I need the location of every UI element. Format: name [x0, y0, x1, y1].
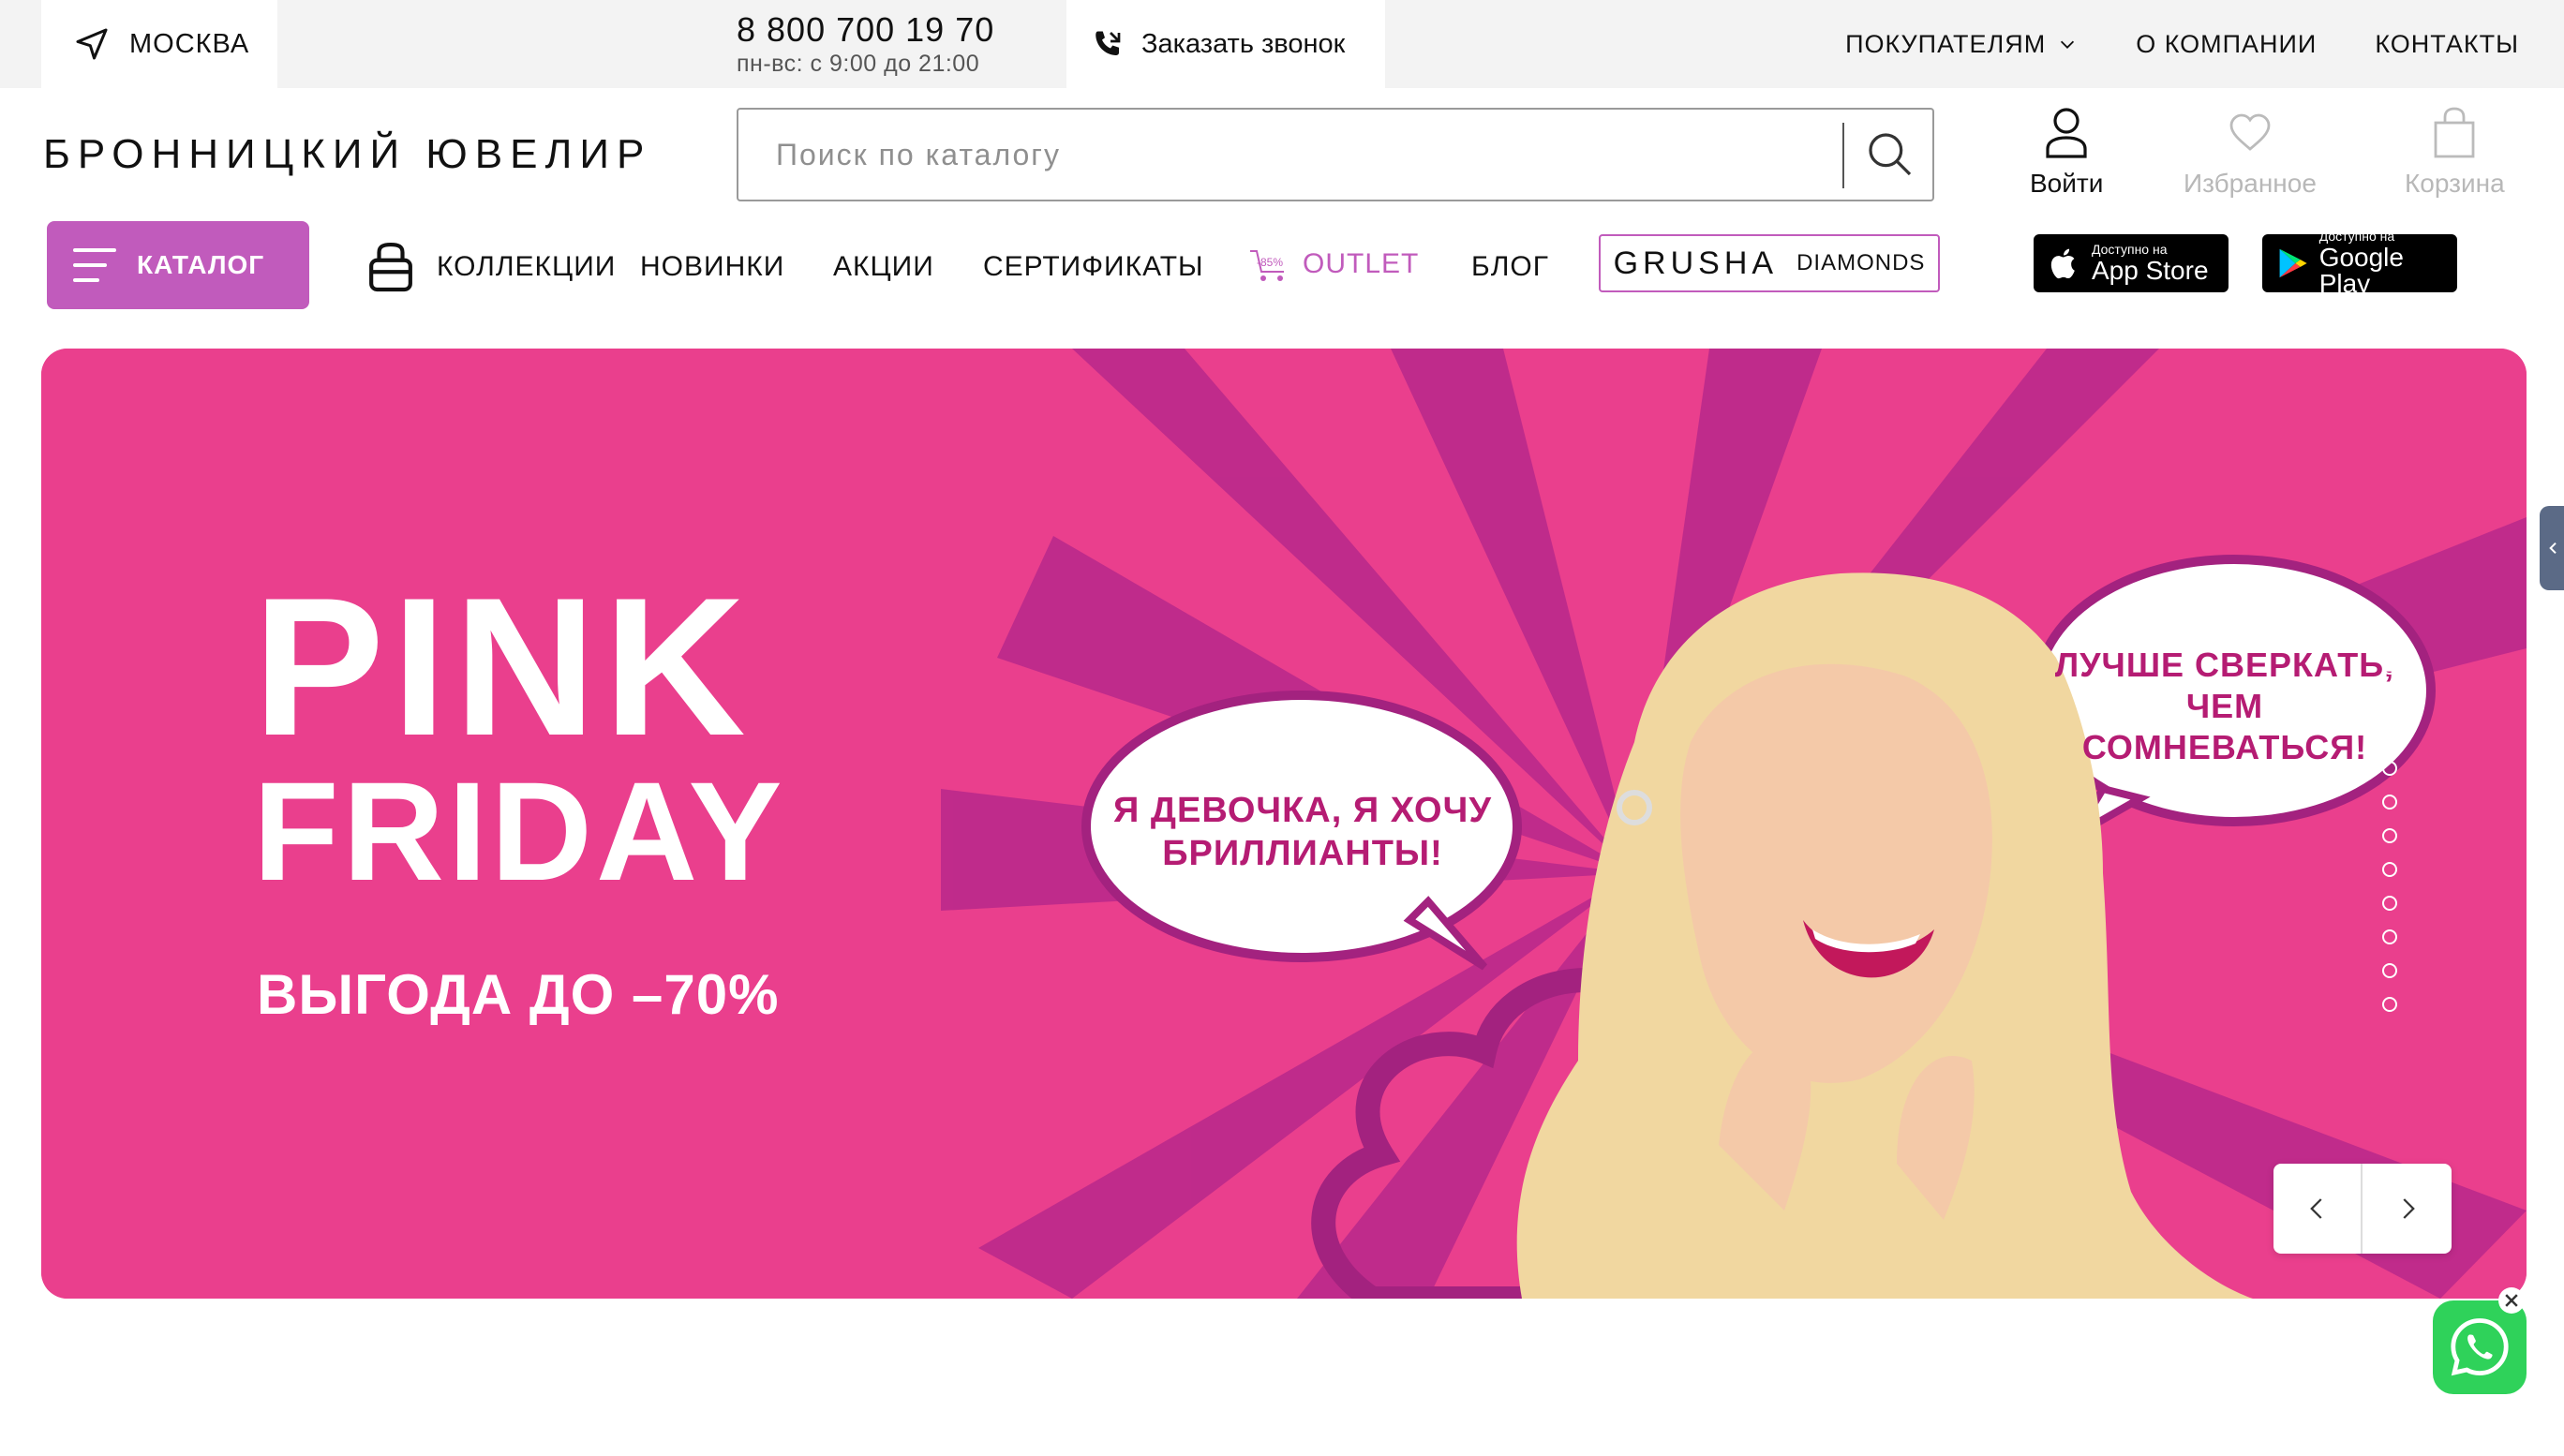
- slider-dot[interactable]: [2382, 693, 2397, 708]
- grusha-main-label: GRUSHA: [1613, 245, 1779, 281]
- app-store-badge[interactable]: Доступно на App Store: [2034, 234, 2229, 292]
- promo-title-line1: PINK: [253, 557, 753, 777]
- promo-title: PINK FRIDAY: [253, 557, 786, 911]
- login-label: Войти: [2030, 169, 2104, 198]
- phone-number[interactable]: 8 800 700 19 70: [737, 11, 994, 49]
- chevron-left-icon: [2549, 542, 2557, 555]
- phone-block: 8 800 700 19 70 пн-вс: с 9:00 до 21:00: [737, 11, 994, 78]
- slider-next-button[interactable]: [2363, 1164, 2452, 1254]
- slider-prev-button[interactable]: [2273, 1164, 2363, 1254]
- slider-dot[interactable]: [2382, 626, 2397, 641]
- slider-dot[interactable]: [2382, 761, 2397, 776]
- login-button[interactable]: Войти: [2030, 105, 2103, 199]
- topnav-about[interactable]: О КОМПАНИИ: [2136, 30, 2317, 59]
- catalog-button[interactable]: КАТАЛОГ: [47, 221, 309, 309]
- promo-subtitle: ВЫГОДА ДО –70%: [257, 963, 780, 1026]
- heart-icon: [2229, 113, 2271, 151]
- search-input[interactable]: [738, 110, 1844, 200]
- nav-blog[interactable]: БЛОГ: [1471, 251, 1549, 283]
- nav-collections[interactable]: КОЛЛЕКЦИИ: [437, 251, 616, 283]
- menu-icon: [73, 248, 116, 282]
- grusha-sub-label: DIAMONDS: [1796, 250, 1926, 275]
- topnav-contacts[interactable]: КОНТАКТЫ: [2375, 30, 2519, 59]
- search-bar: [737, 108, 1934, 201]
- top-nav: ПОКУПАТЕЛЯМ О КОМПАНИИ КОНТАКТЫ: [1845, 0, 2519, 88]
- topnav-contacts-label: КОНТАКТЫ: [2375, 29, 2519, 58]
- search-icon: [1869, 133, 1912, 176]
- whatsapp-button[interactable]: [2433, 1300, 2527, 1394]
- nav-new[interactable]: НОВИНКИ: [640, 251, 784, 283]
- speech-bubble-2: ЛУЧШЕ СВЕРКАТЬ, ЧЕМ СОМНЕВАТЬСЯ!: [2054, 646, 2395, 766]
- phone-call-icon: [1096, 31, 1121, 55]
- slider-dot[interactable]: [2382, 862, 2397, 877]
- slider-dot[interactable]: [2382, 963, 2397, 978]
- slider-dot[interactable]: [2382, 896, 2397, 911]
- catalog-label: КАТАЛОГ: [137, 250, 265, 279]
- nav-sales[interactable]: АКЦИИ: [833, 251, 934, 283]
- site-logo[interactable]: БРОННИЦКИЙ ЮВЕЛИР: [43, 131, 651, 178]
- shopping-bag-icon: [2434, 107, 2475, 158]
- nav-certificates[interactable]: СЕРТИФИКАТЫ: [983, 251, 1204, 283]
- slider-dot[interactable]: [2382, 997, 2397, 1012]
- google-play-icon: [2279, 248, 2307, 278]
- callback-label: Заказать звонок: [1141, 28, 1346, 59]
- favorites-button[interactable]: Избранное: [2184, 105, 2317, 199]
- topnav-customers-label: ПОКУПАТЕЛЯМ: [1845, 29, 2047, 58]
- favorites-label: Избранное: [2184, 169, 2317, 198]
- slider-dot[interactable]: [2382, 727, 2397, 742]
- whatsapp-close-button[interactable]: [2498, 1287, 2525, 1314]
- gplay-small-label: Доступно на: [2318, 229, 2395, 244]
- whatsapp-icon: [2451, 1318, 2509, 1376]
- top-bar: МОСКВА 8 800 700 19 70 пн-вс: с 9:00 до …: [0, 0, 2564, 88]
- chevron-down-icon: [2061, 40, 2075, 49]
- user-icon: [2046, 108, 2087, 158]
- chevron-right-icon: [2402, 1198, 2415, 1219]
- work-hours: пн-вс: с 9:00 до 21:00: [737, 51, 980, 77]
- slider-dot[interactable]: [2382, 929, 2397, 944]
- callback-button[interactable]: Заказать звонок: [1066, 0, 1385, 88]
- slider-dot[interactable]: [2382, 795, 2397, 810]
- nav-outlet[interactable]: -85% OUTLET: [1248, 244, 1419, 285]
- slider-dots: [2382, 626, 2397, 1012]
- cart-button[interactable]: Корзина: [2405, 105, 2505, 199]
- slider-arrows: [2273, 1164, 2452, 1254]
- google-play-badge[interactable]: Доступно на Google Play: [2262, 230, 2457, 297]
- search-button[interactable]: [1848, 110, 1932, 200]
- city-label: МОСКВА: [129, 28, 250, 59]
- outlet-badge: -85%: [1257, 256, 1283, 269]
- grusha-diamonds-link[interactable]: GRUSHA DIAMONDS: [1599, 234, 1940, 292]
- collections-bag-icon: [369, 242, 412, 292]
- side-panel-tab[interactable]: [2540, 506, 2564, 590]
- hero-banner[interactable]: PINK FRIDAY ВЫГОДА ДО –70% Я ДЕВОЧКА, Я …: [41, 349, 2527, 1299]
- apple-icon: [2050, 248, 2075, 279]
- promo-title-line2: FRIDAY: [253, 752, 786, 910]
- appstore-big-label: App Store: [2092, 256, 2209, 285]
- chevron-left-icon: [2309, 1198, 2322, 1219]
- slider-dot[interactable]: [2382, 660, 2397, 675]
- gplay-big-label: Google Play: [2318, 243, 2404, 298]
- topnav-customers[interactable]: ПОКУПАТЕЛЯМ: [1845, 30, 2078, 59]
- speech-bubble-1: Я ДЕВОЧКА, Я ХОЧУ БРИЛЛИАНТЫ!: [1113, 791, 1492, 873]
- topnav-about-label: О КОМПАНИИ: [2136, 29, 2318, 58]
- outlet-cart-icon: -85%: [1250, 250, 1284, 281]
- slider-dot[interactable]: [2382, 828, 2397, 843]
- appstore-small-label: Доступно на: [2092, 242, 2168, 257]
- close-icon: [2505, 1294, 2518, 1307]
- cart-label: Корзина: [2405, 169, 2505, 198]
- search-divider: [1842, 123, 1844, 188]
- location-arrow-icon: [76, 28, 108, 60]
- outlet-label: OUTLET: [1303, 248, 1420, 279]
- city-selector[interactable]: МОСКВА: [41, 0, 277, 88]
